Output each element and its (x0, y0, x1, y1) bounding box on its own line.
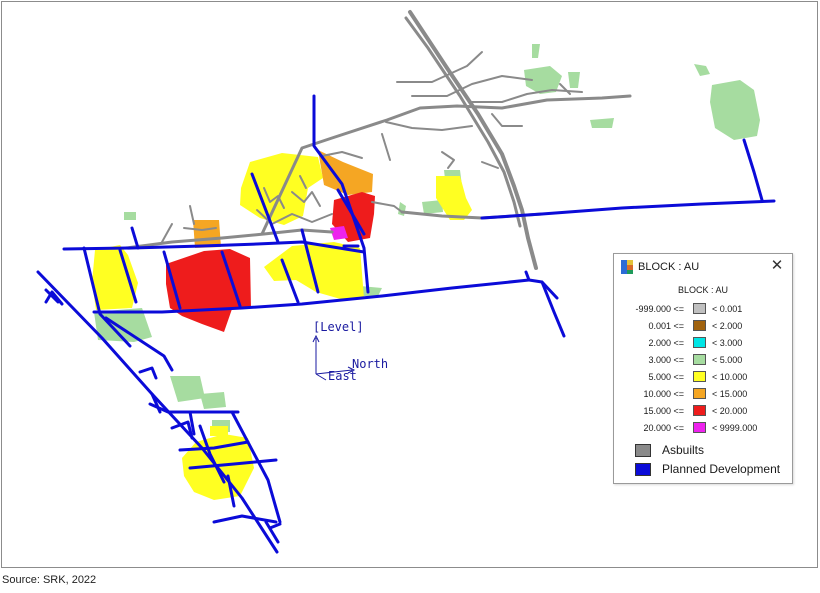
colormap-icon (621, 260, 633, 274)
legend-row: 5.000 <= < 10.000 (614, 370, 792, 385)
legend-swatch (693, 337, 706, 348)
legend-header: BLOCK : AU (677, 285, 729, 295)
legend-row-low: 20.000 <= (643, 423, 684, 433)
legend-planned-development: Planned Development (614, 461, 792, 479)
legend-row-high: < 3.000 (712, 338, 743, 348)
legend-row-low: 0.001 <= (648, 321, 684, 331)
legend-row: 0.001 <= < 2.000 (614, 319, 792, 334)
legend-swatch (693, 320, 706, 331)
legend-row: 3.000 <= < 5.000 (614, 353, 792, 368)
legend-swatch (693, 303, 706, 314)
legend-row: 2.000 <= < 3.000 (614, 336, 792, 351)
legend-swatch (635, 463, 651, 476)
axis-east-line (315, 373, 327, 381)
legend-swatch (693, 422, 706, 433)
3d-viewport[interactable]: [Level] North East BLOCK : AU ✕ BLOCK : … (1, 1, 818, 568)
legend-row: 15.000 <= < 20.000 (614, 404, 792, 419)
legend-row: 20.000 <= < 9999.000 (614, 421, 792, 436)
legend-row-low: 10.000 <= (643, 389, 684, 399)
asbuilts-development (124, 10, 632, 270)
legend-swatch (693, 388, 706, 399)
source-caption: Source: SRK, 2022 (2, 574, 97, 586)
legend-row-high: < 0.001 (712, 304, 743, 314)
legend-window-title: BLOCK : AU (638, 261, 700, 273)
legend-swatch (693, 405, 706, 416)
legend-planned-label: Planned Development (662, 462, 781, 476)
legend-row-low: 15.000 <= (643, 406, 684, 416)
legend-row-low: -999.000 <= (635, 304, 684, 314)
legend-row-low: 2.000 <= (648, 338, 684, 348)
axis-level-label: [Level] (313, 320, 364, 334)
legend-swatch (635, 444, 651, 457)
legend-row-low: 3.000 <= (648, 355, 684, 365)
legend-asbuilts: Asbuilts (614, 442, 792, 460)
legend-window[interactable]: BLOCK : AU ✕ BLOCK : AU -999.000 <= < 0.… (613, 253, 793, 484)
legend-row: -999.000 <= < 0.001 (614, 302, 792, 317)
legend-row: 10.000 <= < 15.000 (614, 387, 792, 402)
legend-row-high: < 9999.000 (712, 423, 758, 433)
legend-row-high: < 10.000 (712, 372, 748, 382)
legend-row-low: 5.000 <= (648, 372, 684, 382)
axis-north-label: North (352, 357, 389, 371)
legend-row-high: < 15.000 (712, 389, 748, 399)
legend-swatch (693, 371, 706, 382)
legend-titlebar[interactable]: BLOCK : AU ✕ (614, 254, 792, 280)
legend-row-high: < 5.000 (712, 355, 743, 365)
legend-row-high: < 20.000 (712, 406, 748, 416)
close-icon[interactable]: ✕ (768, 257, 786, 275)
legend-row-high: < 2.000 (712, 321, 743, 331)
legend-asbuilts-label: Asbuilts (662, 443, 705, 457)
axis-east-label: East (328, 369, 357, 383)
legend-swatch (693, 354, 706, 365)
